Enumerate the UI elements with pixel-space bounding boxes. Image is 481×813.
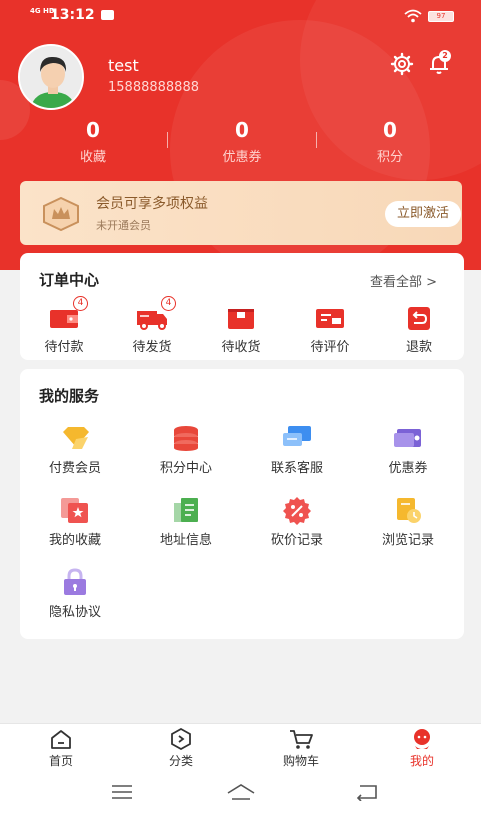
stat-label: 收藏 bbox=[79, 150, 106, 165]
phone-number: 15888888888 bbox=[108, 80, 199, 95]
order-label: 待收货 bbox=[221, 340, 261, 355]
service-paid-member[interactable]: 付费会员 bbox=[30, 423, 120, 476]
order-pending-shipment[interactable]: 4 待发货 bbox=[107, 296, 197, 355]
address-icon bbox=[174, 498, 198, 522]
history-icon bbox=[397, 498, 421, 523]
service-customer-support[interactable]: 联系客服 bbox=[252, 423, 342, 476]
order-center-title: 订单中心 bbox=[39, 271, 100, 289]
divider bbox=[167, 132, 168, 148]
service-coupons[interactable]: 优惠券 bbox=[363, 423, 453, 476]
tab-category[interactable]: 分类 bbox=[141, 727, 221, 769]
service-my-favorites[interactable]: 我的收藏 bbox=[30, 495, 120, 548]
service-points-center[interactable]: 积分中心 bbox=[141, 423, 231, 476]
wifi-icon bbox=[404, 9, 422, 23]
status-bar: 4G HD 13:12 97 bbox=[0, 0, 481, 32]
order-pending-payment[interactable]: 4 待付款 bbox=[19, 296, 109, 355]
stat-label: 优惠券 bbox=[222, 150, 262, 165]
review-icon bbox=[316, 309, 344, 328]
services-title: 我的服务 bbox=[39, 387, 100, 405]
order-label: 待发货 bbox=[132, 340, 172, 355]
gear-icon[interactable] bbox=[390, 52, 414, 76]
order-pending-receipt[interactable]: 待收货 bbox=[196, 302, 286, 355]
service-label: 我的收藏 bbox=[48, 533, 101, 548]
category-icon bbox=[171, 727, 191, 751]
coupon-icon bbox=[394, 429, 421, 447]
order-refund[interactable]: 退款 bbox=[374, 302, 464, 355]
service-label: 付费会员 bbox=[48, 461, 101, 476]
stat-value: 0 bbox=[383, 118, 397, 142]
membership-title: 会员可享多项权益 bbox=[96, 196, 208, 212]
tab-label: 购物车 bbox=[282, 754, 319, 768]
service-bargain-records[interactable]: 砍价记录 bbox=[252, 495, 342, 548]
service-label: 积分中心 bbox=[159, 461, 212, 476]
order-pending-review[interactable]: 待评价 bbox=[285, 302, 375, 355]
stat-value: 0 bbox=[86, 118, 100, 142]
home-button-icon[interactable] bbox=[226, 783, 256, 801]
battery-icon: 97 bbox=[428, 11, 454, 22]
stat-label: 积分 bbox=[376, 150, 403, 165]
system-navigation-bar bbox=[0, 775, 481, 813]
order-label: 退款 bbox=[405, 340, 432, 355]
message-icon bbox=[101, 10, 114, 20]
bargain-icon bbox=[283, 497, 311, 525]
tab-label: 我的 bbox=[409, 754, 434, 768]
username: test bbox=[108, 56, 139, 75]
avatar[interactable] bbox=[18, 44, 84, 110]
cart-icon bbox=[290, 730, 313, 749]
chat-icon bbox=[283, 426, 311, 446]
service-label: 砍价记录 bbox=[270, 533, 323, 548]
tab-label: 首页 bbox=[48, 754, 73, 768]
diamond-icon bbox=[63, 427, 89, 449]
stat-coupons[interactable]: 0 优惠券 bbox=[182, 116, 302, 165]
activate-button[interactable]: 立即激活 bbox=[385, 201, 461, 227]
menu-icon[interactable] bbox=[110, 783, 134, 801]
box-icon bbox=[228, 309, 254, 329]
service-label: 优惠券 bbox=[388, 461, 428, 476]
service-browsing-history[interactable]: 浏览记录 bbox=[363, 495, 453, 548]
avatar-image bbox=[20, 46, 82, 108]
view-all-orders-link[interactable]: 查看全部 > bbox=[370, 271, 437, 290]
coins-icon bbox=[174, 426, 198, 451]
order-center-card: 订单中心 查看全部 > 4 待付款 4 待发货 待收货 待评价 退款 bbox=[20, 253, 464, 360]
membership-subtitle: 未开通会员 bbox=[96, 219, 151, 232]
home-icon bbox=[51, 730, 71, 749]
back-icon[interactable] bbox=[354, 783, 380, 801]
status-time: 13:12 bbox=[50, 7, 95, 23]
membership-banner[interactable]: 会员可享多项权益 未开通会员 立即激活 bbox=[20, 181, 462, 245]
order-badge: 4 bbox=[73, 296, 88, 311]
divider bbox=[316, 132, 317, 148]
refund-icon bbox=[408, 307, 430, 330]
stats-row: 0 收藏 0 优惠券 0 积分 bbox=[0, 116, 481, 172]
order-label: 待付款 bbox=[44, 340, 84, 355]
favorite-icon bbox=[61, 498, 88, 523]
service-label: 联系客服 bbox=[270, 461, 323, 476]
service-label: 隐私协议 bbox=[48, 605, 101, 620]
bottom-tab-bar: 首页 分类 购物车 我的 bbox=[0, 723, 481, 775]
stat-points[interactable]: 0 积分 bbox=[330, 116, 450, 165]
lock-icon bbox=[64, 568, 86, 595]
tab-label: 分类 bbox=[168, 754, 193, 768]
tab-home[interactable]: 首页 bbox=[21, 728, 101, 769]
order-badge: 4 bbox=[161, 296, 176, 311]
notification-badge: 2 bbox=[439, 50, 451, 62]
stat-favorites[interactable]: 0 收藏 bbox=[33, 116, 153, 165]
service-privacy-policy[interactable]: 隐私协议 bbox=[30, 567, 120, 620]
service-label: 浏览记录 bbox=[381, 533, 434, 548]
tab-profile[interactable]: 我的 bbox=[382, 728, 462, 769]
profile-icon bbox=[414, 729, 430, 749]
crown-icon bbox=[43, 197, 79, 231]
service-address-info[interactable]: 地址信息 bbox=[141, 495, 231, 548]
service-label: 地址信息 bbox=[159, 533, 212, 548]
order-label: 待评价 bbox=[310, 340, 350, 355]
services-card: 我的服务 付费会员 积分中心 联系客服 优惠券 我的收藏 地址信息 砍价记录 浏… bbox=[20, 369, 464, 639]
stat-value: 0 bbox=[235, 118, 249, 142]
tab-cart[interactable]: 购物车 bbox=[261, 728, 341, 769]
